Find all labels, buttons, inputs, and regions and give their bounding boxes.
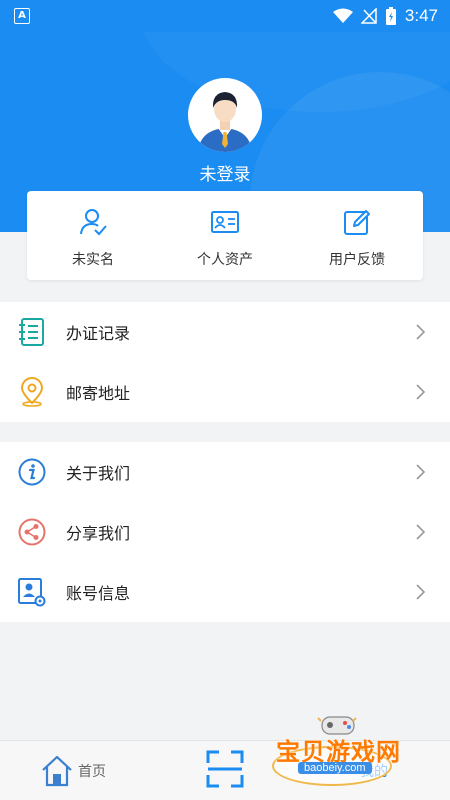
status-time: 3:47 [404, 6, 438, 25]
card-item-feedback[interactable]: 用户反馈 [291, 191, 423, 280]
info-icon [18, 458, 46, 486]
status-icons: 3:47 [332, 5, 438, 27]
card-item-verification[interactable]: 未实名 [27, 191, 159, 280]
notebook-icon [19, 318, 44, 346]
menu-item-account-info[interactable]: 账号信息 [0, 562, 450, 622]
battery-icon [385, 7, 396, 25]
menu-item-about-us[interactable]: 关于我们 [0, 442, 450, 502]
nav-home-label: 首页 [78, 764, 106, 780]
chevron-right-icon [416, 464, 426, 480]
bottom-nav: 首页 我的 [0, 740, 450, 800]
avatar-person-icon [198, 92, 252, 152]
status-app-icon: A [14, 8, 30, 24]
chevron-right-icon [416, 584, 426, 600]
quick-action-card: 未实名 个人资产 用户反馈 [27, 191, 423, 280]
chevron-right-icon [416, 384, 426, 400]
menu-item-label: 分享我们 [66, 524, 131, 543]
username-label[interactable]: 未登录 [0, 160, 450, 185]
nav-home[interactable]: 首页 [40, 749, 120, 793]
menu-item-records[interactable]: 办证记录 [0, 302, 450, 362]
signal-icon [360, 8, 377, 24]
home-icon [42, 755, 72, 787]
account-settings-icon [18, 578, 46, 607]
menu-group-records: 办证记录 邮寄地址 [0, 302, 450, 422]
menu-group-about: 关于我们 分享我们 账号信息 [0, 442, 450, 622]
edit-icon [344, 210, 370, 235]
card-item-assets[interactable]: 个人资产 [159, 191, 291, 280]
header-decoration [140, 32, 450, 112]
chevron-right-icon [416, 524, 426, 540]
id-card-icon [211, 211, 239, 233]
card-item-label: 未实名 [72, 252, 114, 268]
share-icon [18, 518, 46, 546]
menu-item-label: 关于我们 [66, 464, 131, 483]
user-check-icon [80, 209, 107, 236]
scan-icon[interactable] [199, 743, 251, 795]
menu-item-mailing-address[interactable]: 邮寄地址 [0, 362, 450, 422]
wifi-icon [332, 8, 353, 23]
menu-item-share-us[interactable]: 分享我们 [0, 502, 450, 562]
menu-item-label: 账号信息 [66, 584, 131, 603]
menu-item-label: 办证记录 [66, 324, 131, 343]
gamepad-icon [317, 716, 357, 735]
location-pin-icon [20, 377, 44, 407]
status-bar: A 3:47 [0, 0, 450, 32]
chevron-right-icon [416, 324, 426, 340]
menu-item-label: 邮寄地址 [66, 384, 131, 403]
avatar[interactable] [188, 78, 262, 152]
nav-mine-label[interactable]: 我的 [360, 761, 388, 781]
card-item-label: 用户反馈 [329, 252, 385, 268]
card-item-label: 个人资产 [197, 252, 253, 268]
